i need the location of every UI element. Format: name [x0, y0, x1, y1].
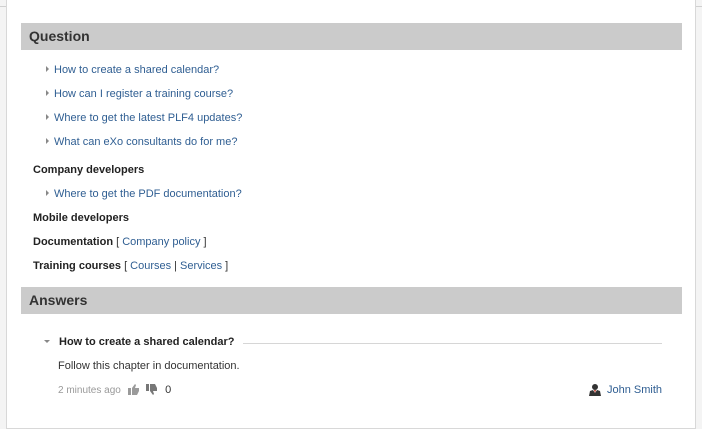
question-item[interactable]: How to create a shared calendar?	[46, 63, 219, 77]
caret-right-icon	[46, 190, 49, 196]
category-company-developers[interactable]: Company developers	[33, 163, 144, 177]
answer-meta: 2 minutes ago 0	[58, 383, 171, 400]
question-section-header: Question	[21, 23, 682, 50]
answers-section-title: Answers	[29, 292, 88, 308]
question-item[interactable]: What can eXo consultants do for me?	[46, 135, 237, 149]
user-icon	[588, 383, 601, 400]
answer-question-title[interactable]: How to create a shared calendar?	[44, 335, 234, 349]
category-label: Mobile developers	[33, 212, 129, 224]
subcategory-link-services[interactable]: Services	[180, 260, 222, 272]
bracket-close: ]	[225, 260, 229, 272]
category-training-courses[interactable]: Training courses [Courses | Services]	[33, 259, 228, 273]
caret-right-icon	[46, 66, 49, 72]
question-link[interactable]: Where to get the PDF documentation?	[54, 188, 242, 200]
question-item[interactable]: How can I register a training course?	[46, 87, 233, 101]
answer-divider	[243, 343, 662, 344]
category-label: Company developers	[33, 164, 145, 176]
vote-count: 0	[165, 384, 172, 396]
caret-down-icon[interactable]	[44, 340, 50, 343]
question-item[interactable]: Where to get the latest PLF4 updates?	[46, 111, 242, 125]
thumbs-down-icon[interactable]	[146, 384, 158, 400]
caret-right-icon	[46, 90, 49, 96]
question-link[interactable]: How to create a shared calendar?	[54, 64, 219, 76]
answer-body: Follow this chapter in documentation.	[58, 360, 240, 372]
category-mobile-developers[interactable]: Mobile developers	[33, 211, 129, 225]
answer-author[interactable]: John Smith	[588, 383, 662, 400]
subcategory-link-company-policy[interactable]: Company policy	[122, 236, 200, 248]
subcategory-link-courses[interactable]: Courses	[130, 260, 171, 272]
question-link[interactable]: Where to get the latest PLF4 updates?	[54, 112, 242, 124]
answers-section-header: Answers	[21, 287, 682, 314]
category-documentation[interactable]: Documentation [Company policy]	[33, 235, 207, 249]
question-item[interactable]: Where to get the PDF documentation?	[46, 187, 242, 201]
category-label: Training courses	[33, 260, 122, 272]
time-ago: 2 minutes ago	[58, 385, 121, 396]
separator: |	[174, 260, 177, 272]
answer-question-text: How to create a shared calendar?	[59, 336, 235, 348]
question-link[interactable]: How can I register a training course?	[54, 88, 233, 100]
thumbs-up-icon[interactable]	[127, 384, 140, 400]
category-label: Documentation	[33, 236, 114, 248]
question-section-title: Question	[29, 28, 90, 44]
bracket-open: [	[124, 260, 128, 272]
author-link[interactable]: John Smith	[607, 384, 662, 396]
caret-right-icon	[46, 138, 49, 144]
caret-right-icon	[46, 114, 49, 120]
question-link[interactable]: What can eXo consultants do for me?	[54, 136, 237, 148]
bracket-open: [	[116, 236, 120, 248]
bracket-close: ]	[203, 236, 207, 248]
